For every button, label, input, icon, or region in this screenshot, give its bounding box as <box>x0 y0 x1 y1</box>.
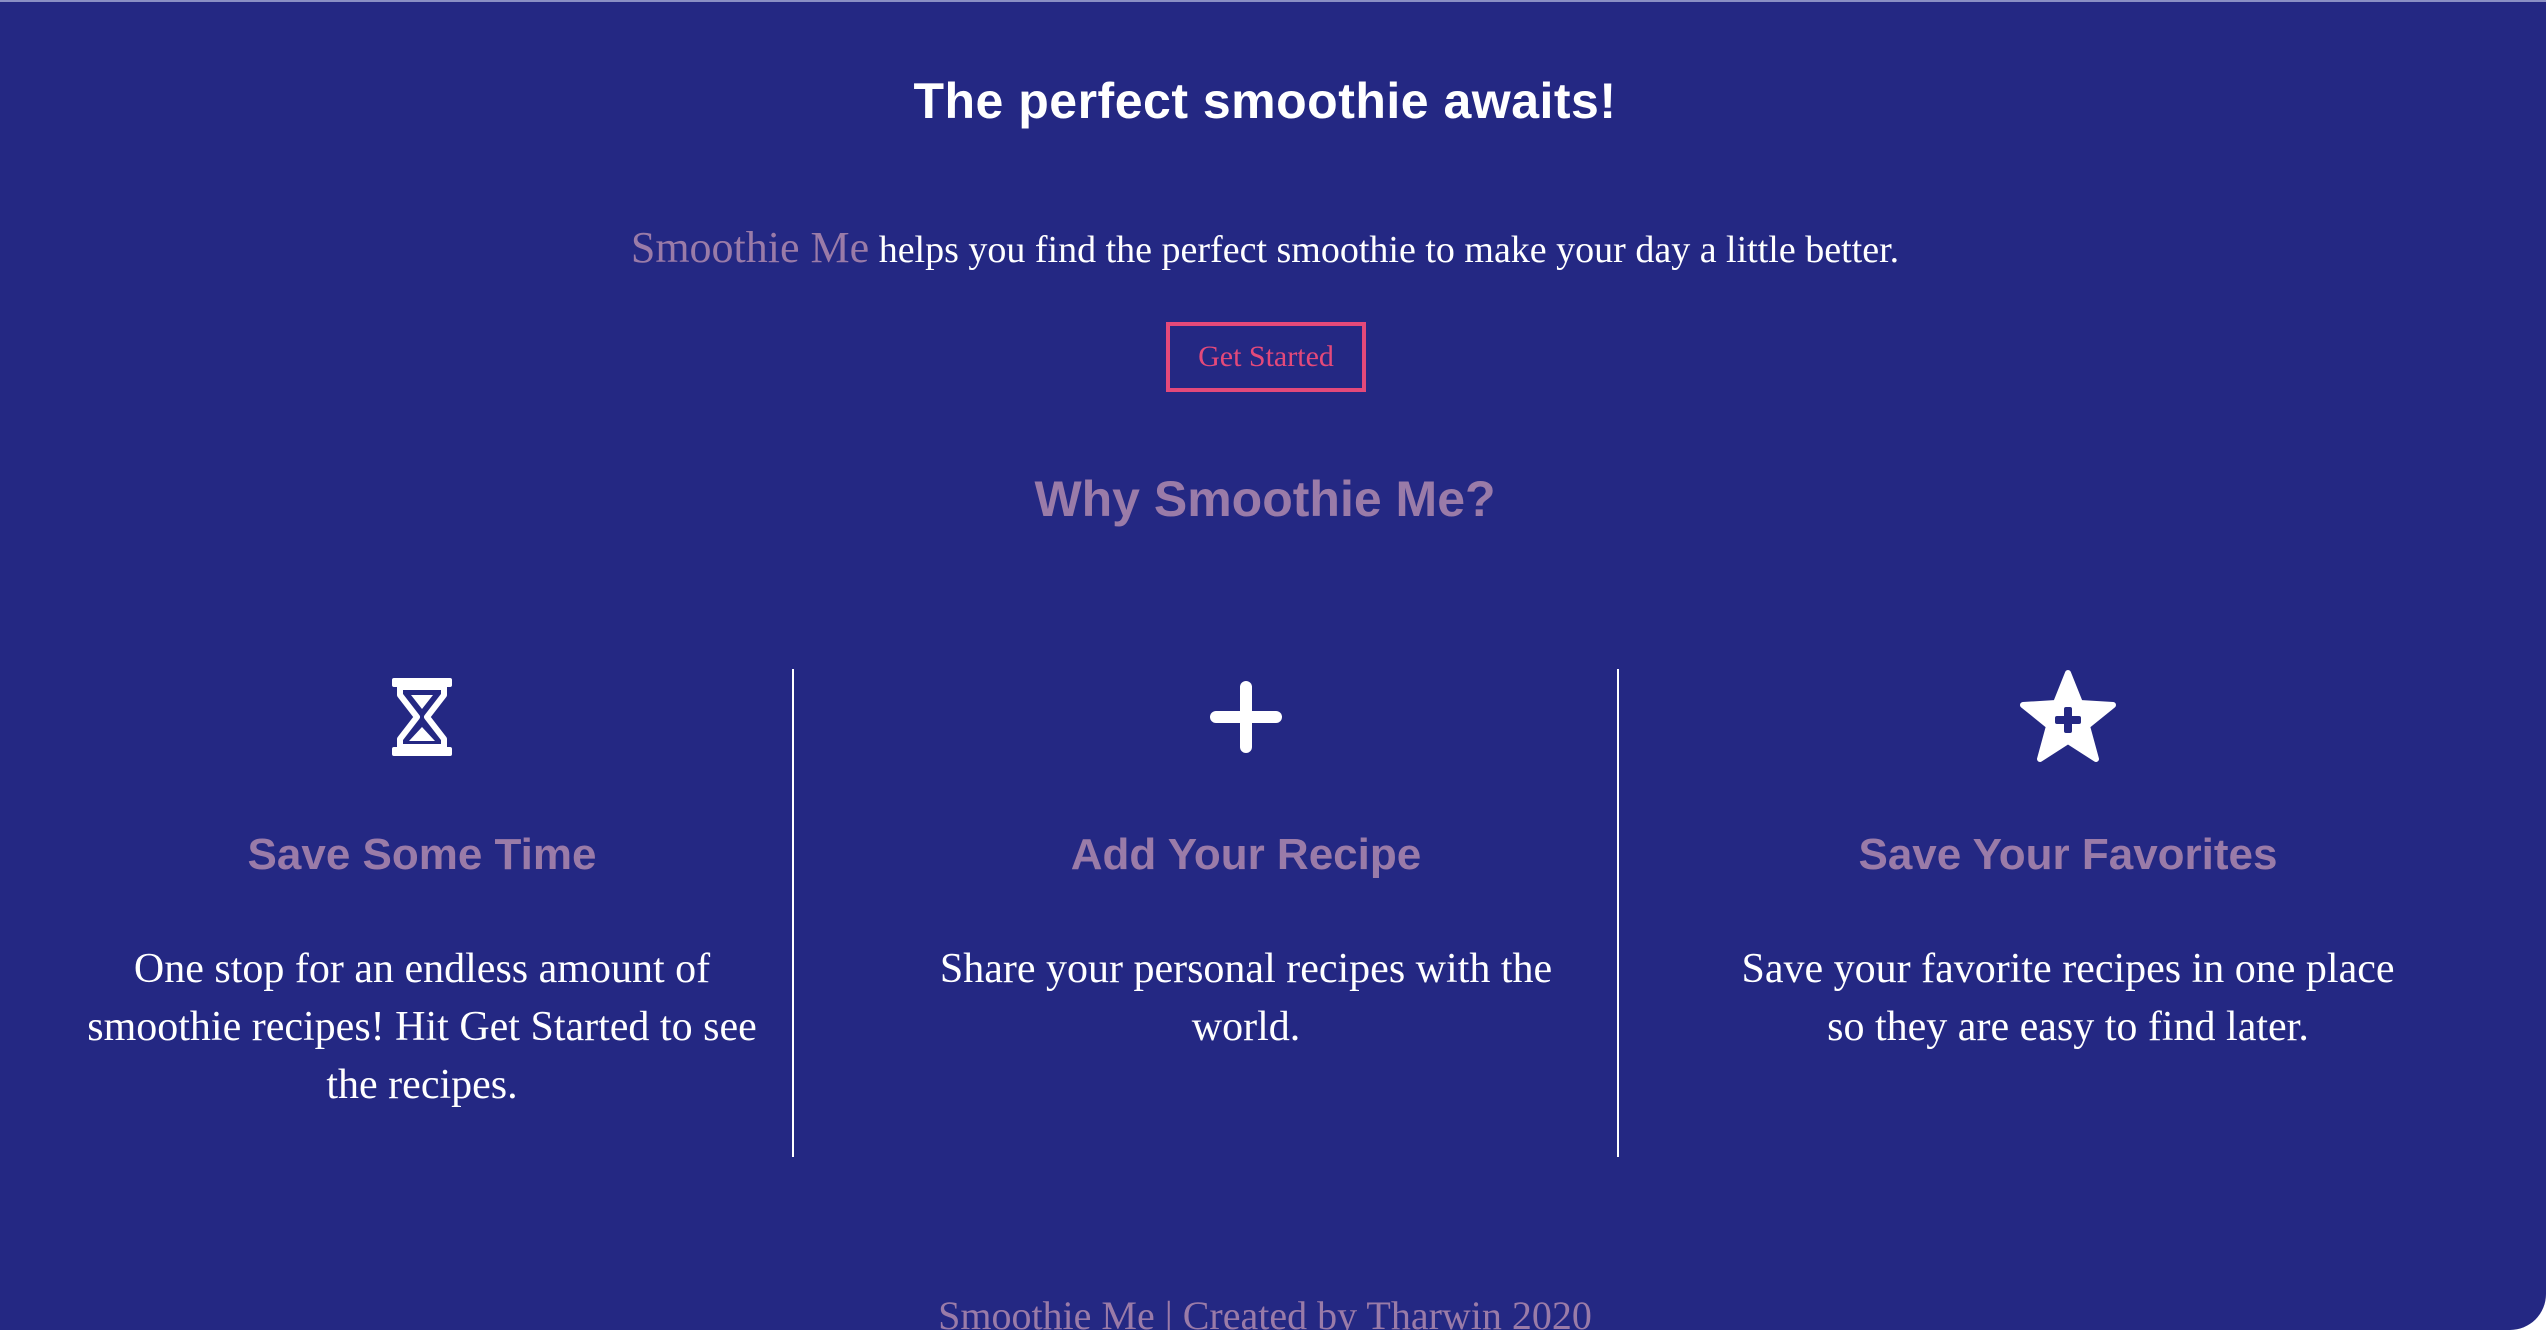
feature-description: One stop for an endless amount of smooth… <box>87 946 757 1108</box>
feature-save-favorites: Save Your Favorites Save your favorite r… <box>1728 662 2408 1056</box>
get-started-button[interactable]: Get Started <box>1166 322 1366 392</box>
landing-page: The perfect smoothie awaits! Smoothie Me… <box>0 0 2546 1330</box>
feature-title: Save Some Time <box>247 830 597 879</box>
feature-description: Share your personal recipes with the wor… <box>939 946 1553 1050</box>
plus-icon <box>906 662 1586 772</box>
feature-description: Save your favorite recipes in one place … <box>1741 946 2395 1050</box>
why-section-title: Why Smoothie Me? <box>1034 471 1496 527</box>
feature-title: Save Your Favorites <box>1858 830 2278 879</box>
hero-tagline: helps you find the perfect smoothie to m… <box>869 229 1900 271</box>
hero-subtitle: Smoothie Me helps you find the perfect s… <box>0 222 2530 273</box>
footer-text: Smoothie Me | Created by Tharwin 2020 <box>938 1293 1592 1330</box>
hero-title: The perfect smoothie awaits! <box>913 73 1617 129</box>
feature-add-recipe: Add Your Recipe Share your personal reci… <box>906 662 1586 1056</box>
brand-name: Smoothie Me <box>630 223 870 272</box>
feature-save-time: Save Some Time One stop for an endless a… <box>82 662 762 1114</box>
star-plus-icon <box>1728 662 2408 772</box>
column-divider <box>792 669 794 1157</box>
hourglass-icon <box>82 662 762 772</box>
feature-title: Add Your Recipe <box>1070 830 1422 879</box>
column-divider <box>1617 669 1619 1157</box>
